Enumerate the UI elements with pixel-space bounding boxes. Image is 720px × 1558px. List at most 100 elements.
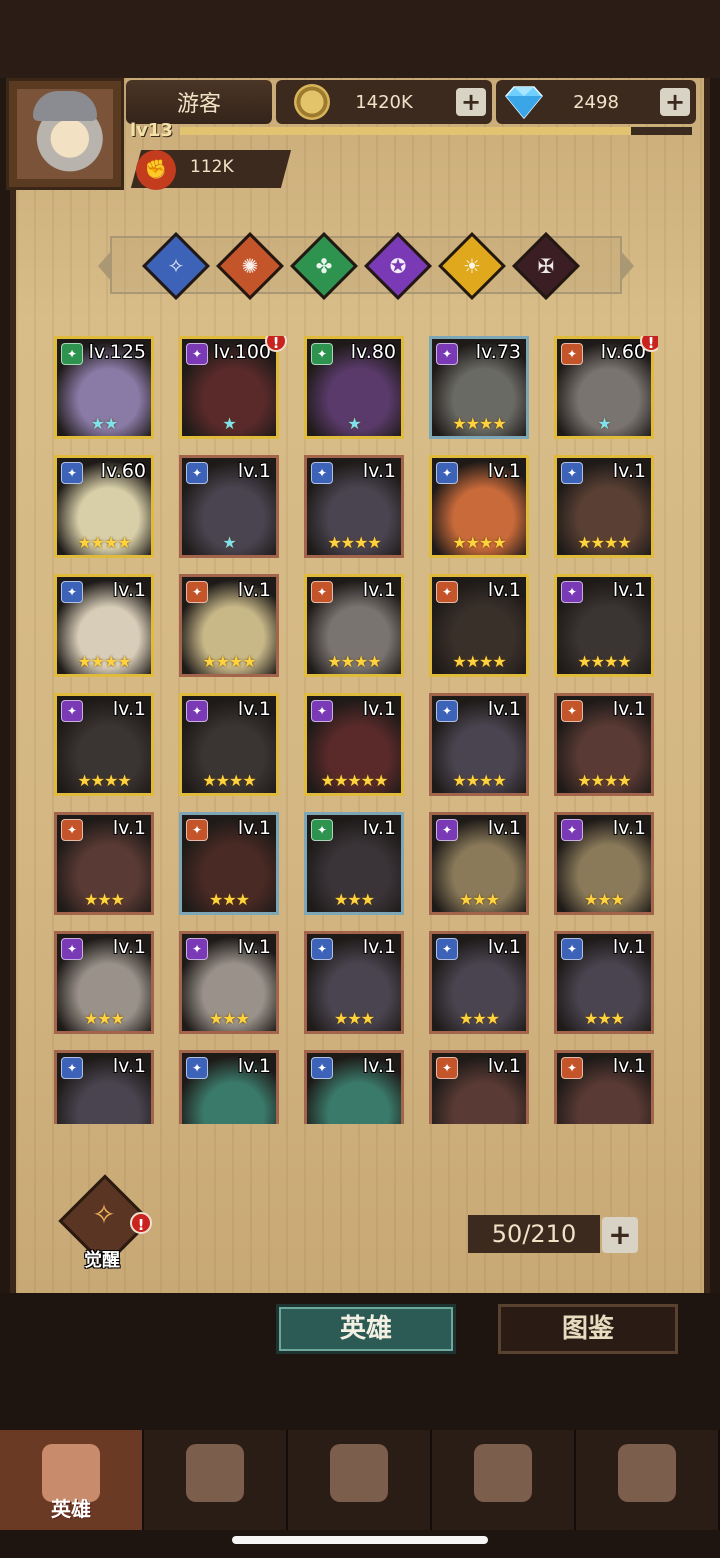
hero-card[interactable]: ✦ lv.1 ★★★★: [304, 574, 404, 677]
hero-class-icon: ✦: [311, 938, 333, 960]
hero-level: lv.1: [362, 698, 396, 720]
hero-level: lv.73: [475, 341, 521, 363]
hero-star-rating: ★★★★: [452, 652, 506, 671]
add-gold-button[interactable]: +: [456, 88, 486, 116]
hero-star-rating: ★: [597, 414, 611, 433]
hero-class-icon: ✦: [561, 938, 583, 960]
hero-card[interactable]: ✦ lv.1 ★★★★: [54, 693, 154, 796]
hero-card[interactable]: ✦ lv.125 ★★: [54, 336, 154, 439]
nav-item-4[interactable]: [432, 1430, 576, 1530]
hero-star-rating: ★★★★: [452, 414, 506, 433]
hero-level: lv.1: [487, 460, 521, 482]
awaken-button[interactable]: ✧ 觉醒 !: [58, 1174, 152, 1272]
hero-class-icon: ✦: [436, 1057, 458, 1079]
hero-card[interactable]: ✦ lv.1 ★★★★: [554, 693, 654, 796]
hero-card[interactable]: ✦ lv.1 ★★★: [429, 931, 529, 1034]
hero-level: lv.1: [487, 579, 521, 601]
hero-card[interactable]: ✦ lv.1 ★★★: [54, 812, 154, 915]
hero-card[interactable]: ✦ lv.1 ★★★: [304, 931, 404, 1034]
hero-star-rating: ★★★: [83, 890, 125, 909]
battle-crossed-swords-icon: [330, 1444, 388, 1502]
hero-card[interactable]: ✦ lv.73 ★★★★: [429, 336, 529, 439]
awaken-label: 觉醒: [84, 1250, 120, 1271]
hero-star-rating: ★★★★: [327, 533, 381, 552]
hero-card[interactable]: ✦ lv.1 ★★★★: [179, 693, 279, 796]
hero-card[interactable]: ✦ lv.1 ★★★: [179, 931, 279, 1034]
player-avatar[interactable]: [6, 78, 124, 190]
hero-card[interactable]: ✦ lv.1 ★★★★: [304, 455, 404, 558]
hero-level: lv.1: [237, 698, 271, 720]
filter-glyph: ✤: [315, 254, 333, 278]
hero-card[interactable]: ✦ lv.1 ★★★: [54, 931, 154, 1034]
hero-level: lv.1: [237, 1055, 271, 1077]
hero-card[interactable]: ✦ lv.1 ★: [179, 455, 279, 558]
hero-class-icon: ✦: [186, 1057, 208, 1079]
filter-glyph: ☀: [463, 254, 481, 278]
nav-item-5[interactable]: [576, 1430, 720, 1530]
hero-class-icon: ✦: [311, 343, 333, 365]
tab-heroes[interactable]: 英雄: [276, 1304, 456, 1354]
hero-class-icon: ✦: [436, 819, 458, 841]
hero-class-icon: ✦: [561, 581, 583, 603]
hero-level: lv.1: [362, 460, 396, 482]
hero-class-icon: ✦: [311, 462, 333, 484]
hero-card[interactable]: ✦ lv.1 ★★★★: [429, 693, 529, 796]
filter-glyph: ✺: [241, 254, 259, 278]
hero-card[interactable]: ✦ lv.1 ★★★★: [54, 574, 154, 677]
hero-class-icon: ✦: [61, 581, 83, 603]
hero-level: lv.1: [612, 817, 646, 839]
hero-class-icon: ✦: [436, 938, 458, 960]
nav-item-2[interactable]: [144, 1430, 288, 1530]
hero-card[interactable]: ✦ lv.1 ★★★★: [179, 574, 279, 677]
hero-level: lv.1: [612, 936, 646, 958]
hero-card[interactable]: ✦ lv.1: [554, 1050, 654, 1124]
hero-class-icon: ✦: [186, 343, 208, 365]
hero-level: lv.1: [237, 817, 271, 839]
hero-card[interactable]: ✦ lv.1 ★★★★: [429, 574, 529, 677]
hero-card[interactable]: ✦ lv.1 ★★★: [179, 812, 279, 915]
hero-card[interactable]: ✦ lv.1: [304, 1050, 404, 1124]
hero-star-rating: ★★★★: [452, 771, 506, 790]
hero-star-rating: ★: [222, 533, 236, 552]
hero-card[interactable]: ✦ lv.1 ★★★★★: [304, 693, 404, 796]
nav-item-3[interactable]: [288, 1430, 432, 1530]
hero-card[interactable]: ✦ lv.80 ★: [304, 336, 404, 439]
hero-card[interactable]: ✦ lv.60 ★★★★: [54, 455, 154, 558]
hero-star-rating: ★★★★: [202, 652, 256, 671]
power-value: 112K: [190, 157, 234, 177]
hero-class-icon: ✦: [61, 343, 83, 365]
roster-count: 50/210: [468, 1215, 600, 1253]
add-gems-button[interactable]: +: [660, 88, 690, 116]
hero-card[interactable]: ✦ lv.1: [179, 1050, 279, 1124]
expand-roster-button[interactable]: +: [602, 1217, 638, 1253]
hero-card[interactable]: ✦ lv.1: [429, 1050, 529, 1124]
hero-class-icon: ✦: [311, 700, 333, 722]
hero-card[interactable]: ✦ lv.100 ★: [179, 336, 279, 439]
hero-card[interactable]: ✦ lv.1 ★★★: [429, 812, 529, 915]
hero-card[interactable]: ✦ lv.1 ★★★: [554, 931, 654, 1034]
bottom-navigation: 英雄: [0, 1430, 720, 1530]
hero-card[interactable]: ✦ lv.1: [54, 1050, 154, 1124]
hero-star-rating: ★★★: [583, 890, 625, 909]
hero-class-icon: ✦: [61, 819, 83, 841]
hero-star-rating: ★★★★: [77, 533, 131, 552]
nav-item-1[interactable]: 英雄: [0, 1430, 144, 1530]
adventure-banner-icon: [186, 1444, 244, 1502]
hero-level: lv.1: [362, 936, 396, 958]
awaken-flame-icon: ✧: [92, 1198, 116, 1231]
hero-card[interactable]: ✦ lv.1 ★★★★: [554, 574, 654, 677]
hero-class-icon: ✦: [436, 700, 458, 722]
hero-card[interactable]: ✦ lv.60 ★: [554, 336, 654, 439]
hero-card[interactable]: ✦ lv.1 ★★★★: [554, 455, 654, 558]
hero-class-icon: ✦: [436, 462, 458, 484]
hero-card[interactable]: ✦ lv.1 ★★★: [554, 812, 654, 915]
hero-card[interactable]: ✦ lv.1 ★★★★: [429, 455, 529, 558]
fist-power-icon: ✊: [136, 150, 176, 190]
hero-star-rating: ★★★: [458, 1009, 500, 1028]
tab-codex[interactable]: 图鉴: [498, 1304, 678, 1354]
hero-class-icon: ✦: [61, 938, 83, 960]
hero-card[interactable]: ✦ lv.1 ★★★: [304, 812, 404, 915]
status-bar: [0, 0, 720, 78]
hero-class-icon: ✦: [311, 819, 333, 841]
hero-level: lv.1: [612, 698, 646, 720]
